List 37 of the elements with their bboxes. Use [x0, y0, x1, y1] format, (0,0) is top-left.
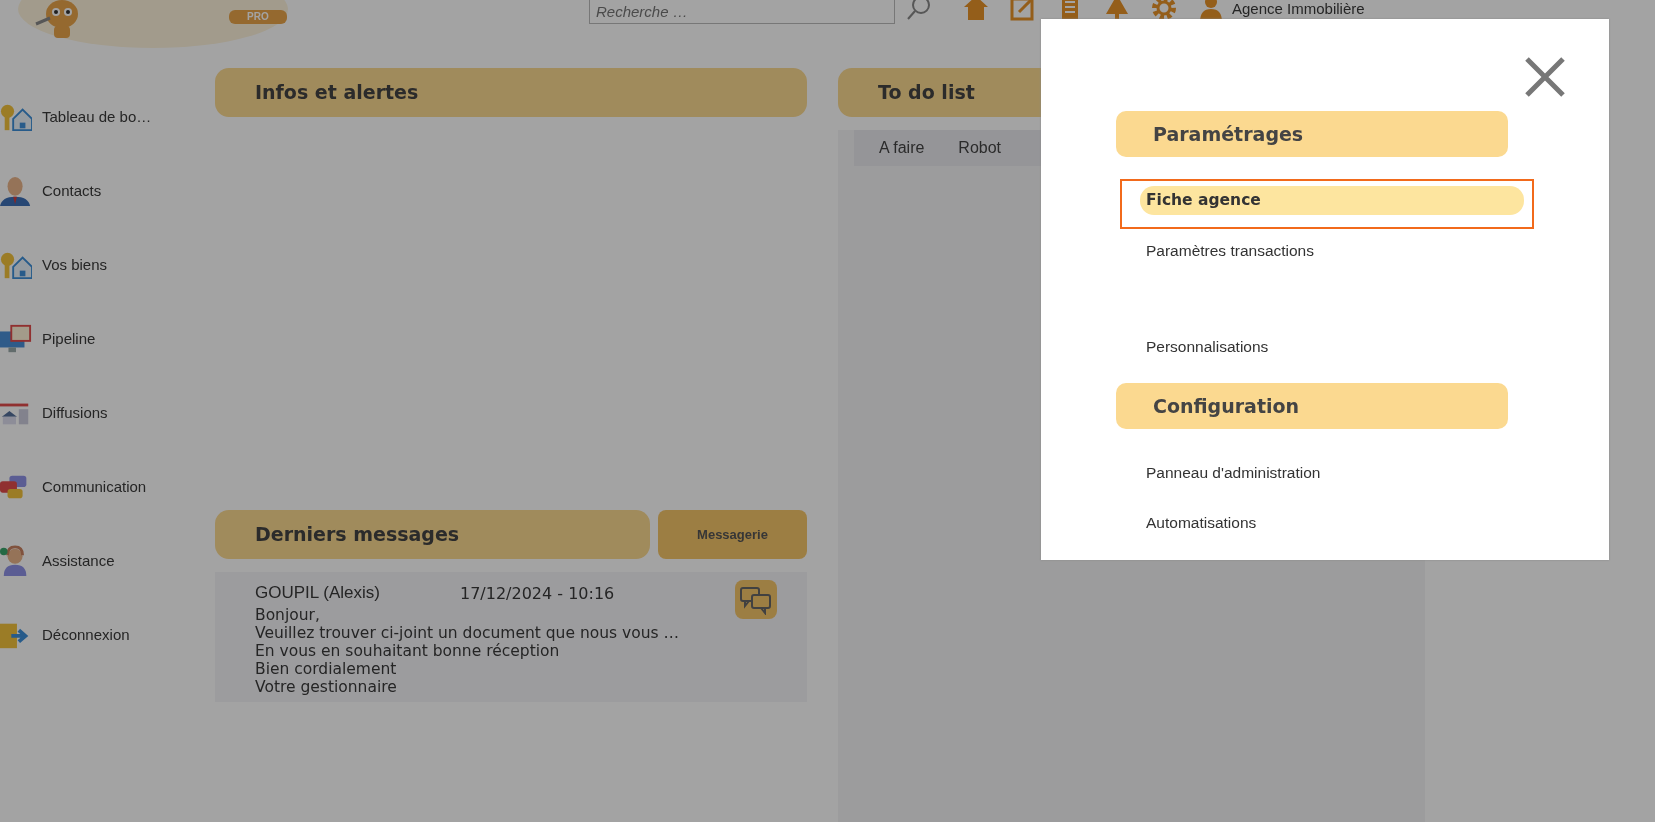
tree-icon[interactable]: [1103, 0, 1131, 22]
panel-header: Infos et alertes: [215, 68, 807, 117]
section-header: Configuration: [1116, 383, 1508, 429]
search-field[interactable]: Recherche …: [589, 0, 895, 24]
menu-item[interactable]: Personnalisations: [1140, 332, 1524, 362]
sidebar-item[interactable]: Diffusions: [42, 401, 108, 425]
sidebar-item[interactable]: Assistance: [42, 549, 115, 573]
menu-item[interactable]: Fiche agence: [1140, 186, 1524, 216]
pro-badge: PRO: [229, 10, 287, 24]
message-date: 17/12/2024 - 10:16: [460, 583, 615, 605]
settings-icon[interactable]: [1150, 0, 1178, 22]
message-line: Votre gestionnaire: [255, 677, 398, 696]
messaging-button[interactable]: Messagerie: [658, 510, 807, 559]
message-line: Bien cordialement: [255, 659, 398, 678]
sidebar-item[interactable]: Communication: [42, 475, 147, 499]
tab[interactable]: A faire: [879, 136, 925, 160]
person-icon: [0, 175, 32, 207]
account-name[interactable]: Agence Immobilière: [1232, 0, 1365, 17]
panel-header: Derniers messages: [215, 510, 650, 559]
sidebar-item[interactable]: Tableau de bo…: [42, 105, 152, 129]
monitor-calendar-icon: [0, 323, 32, 355]
close-icon[interactable]: [1523, 55, 1567, 99]
message-line: Veuillez trouver ci-joint un document que nous vous …: [255, 623, 680, 642]
message-line: En vous en souhaitant bonne réception: [255, 641, 561, 660]
menu-item[interactable]: Panneau d'administration: [1140, 458, 1524, 488]
sidebar-item[interactable]: Pipeline: [42, 327, 96, 351]
sidebar-item[interactable]: Vos biens: [42, 253, 108, 277]
section-header: Paramétrages: [1116, 111, 1508, 157]
sender-name: GOUPIL (Alexis): [255, 582, 380, 604]
search-icon[interactable]: [905, 0, 933, 22]
sidebar-item[interactable]: Contacts: [42, 179, 102, 203]
tab[interactable]: Robot: [958, 136, 1002, 160]
message-line: Bonjour,: [255, 605, 321, 624]
menu-item[interactable]: Automatisations: [1140, 508, 1524, 538]
menu-item[interactable]: Paramètres transactions: [1140, 236, 1524, 266]
reply-button[interactable]: [735, 580, 777, 619]
sidebar-item[interactable]: Déconnexion: [42, 623, 130, 647]
